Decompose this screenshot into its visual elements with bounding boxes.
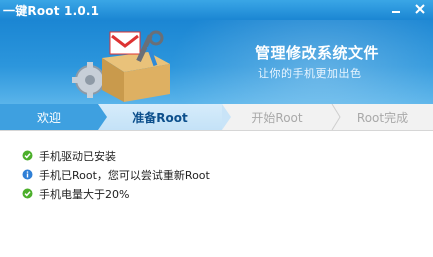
status-text: 手机电量大于20%	[39, 187, 130, 201]
step-label: 准备Root	[132, 110, 188, 125]
step-start-root: 开始Root	[222, 104, 332, 130]
status-text: 手机已Root，您可以尝试重新Root	[39, 168, 210, 182]
info-icon	[22, 169, 33, 180]
step-welcome: 欢迎	[0, 104, 98, 130]
banner-subtitle: 让你的手机更加出色	[258, 67, 362, 80]
window-title: 一键Root 1.0.1	[3, 4, 100, 18]
step-separator	[331, 104, 341, 130]
minimize-button[interactable]	[385, 0, 407, 18]
step-arrow	[98, 104, 107, 130]
step-label: 开始Root	[251, 110, 303, 125]
banner-title: 管理修改系统文件	[255, 44, 380, 62]
close-icon	[415, 4, 425, 14]
title-bar: 一键Root 1.0.1	[0, 0, 433, 20]
status-item-battery: 手机电量大于20%	[22, 184, 210, 203]
step-prepare-root: 准备Root	[98, 104, 222, 130]
status-text: 手机驱动已安装	[39, 149, 116, 163]
progress-steps: 欢迎 准备Root 开始Root Root完成	[0, 104, 433, 131]
box-icon	[102, 52, 170, 102]
check-icon	[22, 188, 33, 199]
window-controls	[385, 0, 431, 20]
minimize-icon	[392, 11, 400, 13]
step-label: 欢迎	[36, 110, 61, 125]
check-icon	[22, 150, 33, 161]
step-label: Root完成	[356, 110, 409, 125]
toolbox-illustration	[72, 30, 170, 102]
close-button[interactable]	[409, 0, 431, 18]
mail-icon	[109, 31, 141, 55]
header-banner: 管理修改系统文件 让你的手机更加出色	[0, 20, 433, 104]
status-item-driver: 手机驱动已安装	[22, 146, 210, 165]
step-arrow	[222, 104, 231, 130]
status-list: 手机驱动已安装 手机已Root，您可以尝试重新Root 手机电量大于20%	[22, 146, 210, 203]
status-item-rooted: 手机已Root，您可以尝试重新Root	[22, 165, 210, 184]
step-root-complete: Root完成	[332, 104, 433, 130]
